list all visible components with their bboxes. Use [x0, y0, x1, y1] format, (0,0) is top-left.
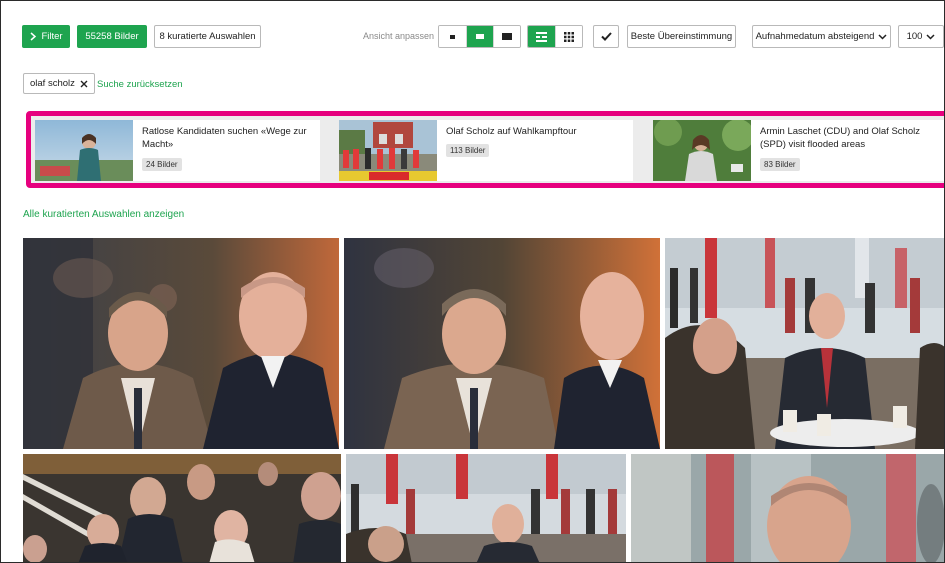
- image-count-button[interactable]: 55258 Bilder: [77, 25, 147, 48]
- chevron-down-icon: [878, 33, 887, 40]
- curated-card-count: 83 Bilder: [760, 158, 800, 171]
- curated-card-thumbnail: [339, 120, 437, 181]
- photo-thumbnail[interactable]: [665, 238, 944, 449]
- curated-card-count: 24 Bilder: [142, 158, 182, 171]
- filter-button[interactable]: Filter: [22, 25, 70, 48]
- reset-search-link[interactable]: Suche zurücksetzen: [97, 79, 183, 90]
- view-options-label: Ansicht anpassen: [363, 31, 435, 41]
- sort-select-label: Aufnahmedatum absteigend: [755, 31, 875, 42]
- photo-thumbnail[interactable]: [631, 454, 944, 562]
- curated-card-thumbnail: [653, 120, 751, 181]
- photo-thumbnail[interactable]: [344, 238, 660, 449]
- layout-list-option[interactable]: [528, 26, 555, 47]
- photo-thumbnail[interactable]: [23, 454, 341, 562]
- size-medium-option[interactable]: [466, 26, 493, 47]
- select-mode-button[interactable]: [593, 25, 619, 48]
- toolbar: Filter 55258 Bilder 8 kuratierte Auswahl…: [1, 1, 944, 71]
- photo-thumbnail[interactable]: [346, 454, 626, 562]
- search-term-label: olaf scholz: [30, 78, 75, 89]
- curated-card[interactable]: Armin Laschet (CDU) and Olaf Scholz (SPD…: [653, 120, 944, 181]
- curated-card-title: Olaf Scholz auf Wahlkampftour: [446, 126, 577, 137]
- search-term-chip: olaf scholz: [23, 73, 95, 94]
- best-match-button[interactable]: Beste Übereinstimmung: [627, 25, 736, 48]
- thumbnail-size-toggle: [438, 25, 521, 48]
- sort-select[interactable]: Aufnahmedatum absteigend: [752, 25, 891, 48]
- close-icon[interactable]: [80, 80, 88, 88]
- curated-card[interactable]: Olaf Scholz auf Wahlkampftour 113 Bilder: [339, 120, 633, 181]
- layout-toggle: [527, 25, 583, 48]
- curated-card-thumbnail: [35, 120, 133, 181]
- curated-card-title: Armin Laschet (CDU) and Olaf Scholz (SPD…: [760, 126, 920, 150]
- curated-card-count: 113 Bilder: [446, 144, 490, 157]
- check-icon: [600, 32, 612, 41]
- show-all-curated-link[interactable]: Alle kuratierten Auswahlen anzeigen: [23, 209, 184, 220]
- per-page-select[interactable]: 100: [898, 25, 944, 48]
- size-large-icon: [502, 33, 512, 40]
- filter-button-label: Filter: [41, 31, 63, 42]
- app-window: Filter 55258 Bilder 8 kuratierte Auswahl…: [0, 0, 945, 563]
- chevron-right-icon: [29, 32, 37, 41]
- curated-card[interactable]: Ratlose Kandidaten suchen «Wege zur Mach…: [35, 120, 320, 181]
- grid-layout-icon: [564, 31, 574, 42]
- size-medium-icon: [476, 34, 484, 39]
- per-page-label: 100: [906, 31, 923, 42]
- curated-selections-strip: Ratlose Kandidaten suchen «Wege zur Mach…: [26, 111, 944, 188]
- size-small-option[interactable]: [439, 26, 466, 47]
- list-layout-icon: [536, 31, 547, 42]
- photo-thumbnail[interactable]: [23, 238, 339, 449]
- curated-selections-button[interactable]: 8 kuratierte Auswahlen: [154, 25, 261, 48]
- chevron-down-icon: [926, 33, 935, 40]
- size-small-icon: [450, 34, 455, 39]
- layout-grid-option[interactable]: [555, 26, 582, 47]
- curated-card-title: Ratlose Kandidaten suchen «Wege zur Mach…: [142, 126, 307, 150]
- size-large-option[interactable]: [493, 26, 520, 47]
